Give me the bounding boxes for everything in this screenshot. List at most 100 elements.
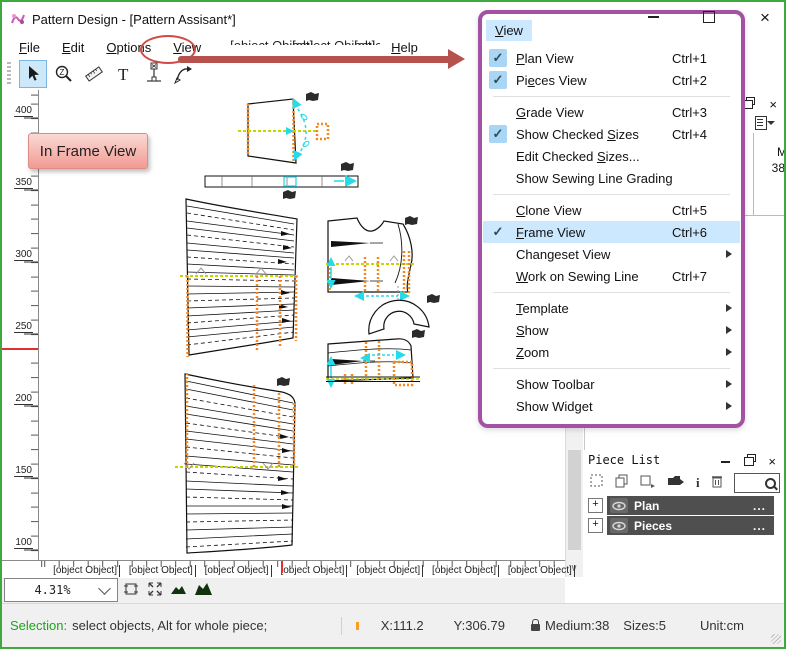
- status-sizes: Sizes:5: [623, 618, 666, 633]
- dock-close-icon[interactable]: ×: [769, 98, 777, 111]
- check-icon: ✓: [489, 49, 507, 67]
- submenu-arrow-icon: [726, 380, 732, 388]
- ruler-label: [object Object]: [44, 565, 120, 577]
- menu-item[interactable]: ✓: [483, 287, 740, 297]
- menu-item[interactable]: ✓: [483, 363, 740, 373]
- piece-row-label: Pieces: [634, 519, 672, 533]
- resize-grip[interactable]: [771, 634, 781, 644]
- ruler-label: 100: [14, 537, 33, 549]
- visibility-eye-icon[interactable]: [610, 498, 628, 513]
- magnifier-icon: Z: [54, 64, 74, 84]
- menu-shortcut: Ctrl+3: [672, 105, 720, 120]
- duplicate-icon[interactable]: [640, 474, 656, 493]
- piece-search-input[interactable]: [734, 473, 780, 493]
- piece-list-panel: Piece List × i + Plan ...: [584, 450, 784, 603]
- close-button[interactable]: ×: [754, 8, 776, 26]
- submenu-arrow-icon: [726, 402, 732, 410]
- piece-flag-icon: [412, 329, 425, 338]
- panel-minimize-icon[interactable]: [721, 461, 730, 463]
- select-tool-button[interactable]: [19, 60, 47, 88]
- piece-flag-icon: [405, 216, 418, 225]
- piece-flag-icon: [283, 190, 296, 199]
- menu-item[interactable]: ✓ Work on Sewing Line Ctrl+7: [483, 265, 740, 287]
- menu-item[interactable]: ✓ Changeset View: [483, 243, 740, 265]
- menu-item[interactable]: ✓ Show Widget: [483, 395, 740, 417]
- app-icon: [10, 11, 26, 27]
- menu-item[interactable]: ✓ Edit Checked Sizes...: [483, 145, 740, 167]
- menu-item[interactable]: ✓: [483, 91, 740, 101]
- text-tool-button[interactable]: T: [111, 61, 137, 87]
- menu-item[interactable]: ✓ Template: [483, 297, 740, 319]
- zoom-out-extent-button[interactable]: [170, 580, 188, 598]
- pin-tool-button[interactable]: [141, 61, 167, 87]
- menu-item[interactable]: ✓ Frame View Ctrl+6: [483, 221, 740, 243]
- measure-tool-button[interactable]: [81, 61, 107, 87]
- document-menu-icon[interactable]: [755, 116, 775, 130]
- select-pieces-icon[interactable]: [590, 474, 604, 493]
- menu-item[interactable]: ✓ Zoom: [483, 341, 740, 363]
- ruler-label: [object Object]: [120, 565, 196, 577]
- annotation-arrow: [178, 56, 449, 63]
- maximize-button[interactable]: [698, 8, 720, 26]
- menubar-item[interactable]: Edit: [51, 38, 95, 57]
- curve-tool-button[interactable]: [171, 61, 197, 87]
- menubar-item[interactable]: File: [8, 38, 51, 57]
- copy-icon[interactable]: [615, 474, 629, 493]
- import-icon[interactable]: [667, 474, 685, 492]
- row-options-button[interactable]: ...: [753, 519, 766, 533]
- zoom-tool-button[interactable]: Z: [51, 61, 77, 87]
- piece-list-row[interactable]: + Pieces ...: [586, 516, 774, 535]
- piece-row-label: Plan: [634, 499, 659, 513]
- view-menu-header[interactable]: View: [486, 20, 532, 41]
- size-column-value: 38: [772, 161, 785, 175]
- window-title: Pattern Design - [Pattern Assisant*]: [32, 12, 236, 27]
- large-mountain-icon: [194, 581, 212, 597]
- piece-list-row[interactable]: + Plan ...: [586, 496, 774, 515]
- row-options-button[interactable]: ...: [753, 499, 766, 513]
- cursor-icon: [24, 65, 42, 83]
- ruler-label: 250: [14, 321, 33, 333]
- ruler-label: [object Object]: [499, 565, 575, 577]
- status-x: X:111.2: [381, 618, 424, 633]
- menubar-item-help[interactable]: Help: [380, 38, 429, 57]
- menu-item[interactable]: ✓ Plan View Ctrl+1: [483, 47, 740, 69]
- menu-item[interactable]: ✓ Pieces View Ctrl+2: [483, 69, 740, 91]
- annotation-arrow-head: [448, 49, 465, 69]
- curve-icon: [173, 63, 195, 85]
- in-frame-view-callout: In Frame View: [28, 133, 148, 169]
- info-icon[interactable]: i: [696, 475, 700, 491]
- expand-plus-icon[interactable]: +: [588, 498, 603, 513]
- view-dropdown-menu: View ✓ Plan View Ctrl+1 ✓ Pieces View Ct…: [478, 10, 745, 428]
- search-icon: [765, 478, 776, 489]
- zoom-in-extent-button[interactable]: [194, 580, 212, 598]
- menu-item[interactable]: ✓ Show Checked Sizes Ctrl+4: [483, 123, 740, 145]
- check-icon: ✓: [489, 71, 507, 89]
- piece-flag-icon: [277, 377, 290, 386]
- menu-shortcut: Ctrl+6: [672, 225, 720, 240]
- ruler-icon: [84, 64, 104, 84]
- panel-restore-icon[interactable]: [744, 457, 754, 466]
- ruler-label: 200: [14, 393, 33, 405]
- ruler-corner: [2, 560, 38, 578]
- toolbar-drag-handle[interactable]: [7, 62, 11, 86]
- expand-view-button[interactable]: [146, 580, 164, 598]
- menu-item[interactable]: ✓ Clone View Ctrl+5: [483, 199, 740, 221]
- small-mountain-icon: [170, 582, 188, 596]
- piece-flag-icon: [306, 92, 319, 101]
- fit-frame-button[interactable]: [122, 580, 140, 598]
- menu-item[interactable]: ✓ Grade View Ctrl+3: [483, 101, 740, 123]
- minimize-button[interactable]: [642, 8, 664, 26]
- panel-close-icon[interactable]: ×: [768, 455, 776, 468]
- obscured-menu-items: [object Object][object Object][object Ob…: [212, 37, 380, 57]
- menu-item[interactable]: ✓ Show: [483, 319, 740, 341]
- menu-item[interactable]: ✓: [483, 189, 740, 199]
- visibility-eye-icon[interactable]: [610, 518, 628, 533]
- menu-shortcut: Ctrl+1: [672, 51, 720, 66]
- menu-item[interactable]: ✓ Show Sewing Line Grading: [483, 167, 740, 189]
- svg-text:T: T: [118, 65, 129, 83]
- menu-item[interactable]: ✓ Show Toolbar: [483, 373, 740, 395]
- ruler-label: [object Object]: [196, 565, 272, 577]
- expand-plus-icon[interactable]: +: [588, 518, 603, 533]
- delete-icon[interactable]: [711, 474, 723, 493]
- ruler-label: 300: [14, 249, 33, 261]
